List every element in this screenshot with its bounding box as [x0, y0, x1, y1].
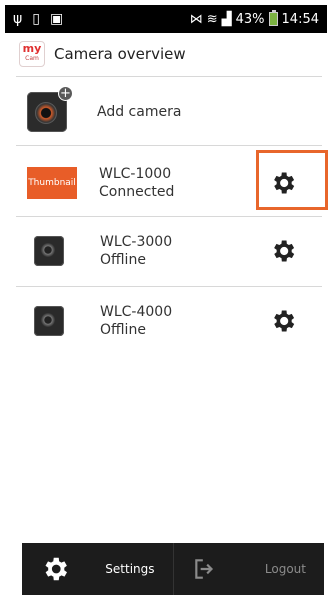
gear-icon [274, 310, 295, 332]
divider [16, 286, 322, 287]
vibrate-icon: ⋈ [189, 11, 203, 27]
settings-button[interactable]: Settings [22, 543, 173, 595]
camera-thumbnail: Thumbnail [27, 167, 77, 199]
camera-add-icon: + [27, 86, 73, 132]
camera-icon [34, 236, 64, 266]
divider [16, 76, 322, 77]
app-bar: my Cam Camera overview [5, 33, 327, 75]
wifi-icon: ≋ [206, 11, 218, 27]
logout-label: Logout [264, 562, 306, 576]
logout-icon [194, 559, 213, 579]
battery-icon [268, 10, 278, 26]
camera-settings-button[interactable] [269, 307, 297, 335]
settings-label: Settings [105, 562, 155, 576]
highlight-box [256, 150, 328, 210]
logout-button[interactable]: Logout [172, 543, 325, 595]
battery-percent: 43% [235, 11, 265, 27]
screenshot-icon: ▣ [49, 11, 64, 27]
add-camera-label: Add camera [97, 104, 182, 120]
logo-sub: Cam [25, 55, 39, 62]
status-bar: ψ ▯ ▣ ⋈ ≋ ▟ 43% 14:54 [5, 5, 327, 33]
camera-row-wlc-4000[interactable]: WLC-4000 Offline [5, 301, 327, 341]
camera-status: Offline [100, 322, 146, 338]
bottom-nav: Settings Logout [22, 543, 324, 595]
camera-status: Connected [99, 184, 175, 200]
camera-status: Offline [100, 252, 146, 268]
signal-icon: ▟ [221, 11, 232, 27]
plus-icon: + [58, 86, 73, 101]
add-camera-row[interactable]: + Add camera [5, 86, 327, 136]
camera-row-wlc-3000[interactable]: WLC-3000 Offline [5, 231, 327, 271]
gear-icon [274, 240, 295, 262]
camera-name: WLC-1000 [99, 166, 172, 182]
divider [16, 145, 322, 146]
page-title: Camera overview [54, 45, 186, 63]
app-logo: my Cam [19, 41, 45, 67]
clock: 14:54 [281, 11, 319, 27]
divider [16, 216, 322, 217]
camera-settings-button[interactable] [269, 237, 297, 265]
notification-icon: ▯ [32, 11, 40, 27]
camera-icon [34, 306, 64, 336]
usb-icon: ψ [13, 11, 23, 27]
camera-name: WLC-4000 [100, 304, 173, 320]
camera-name: WLC-3000 [100, 234, 173, 250]
logo-text: my [22, 42, 42, 55]
gear-icon [45, 557, 67, 581]
